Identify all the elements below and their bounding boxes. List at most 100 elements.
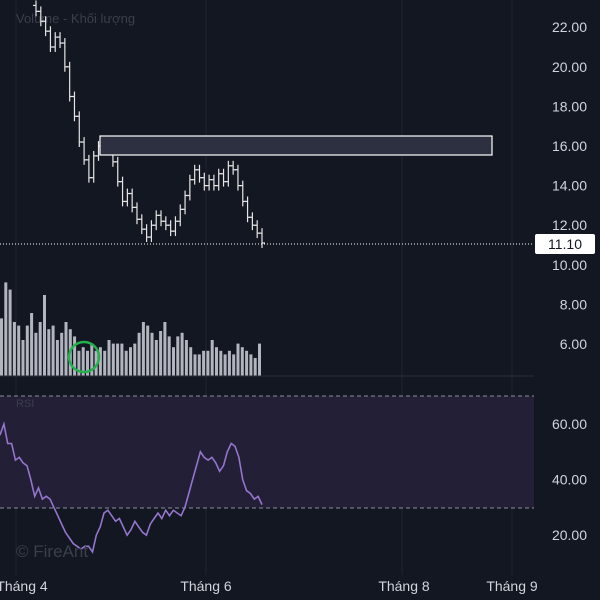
time-tick-label: Tháng 6 xyxy=(180,578,232,594)
price-bar xyxy=(57,32,64,48)
price-bar xyxy=(259,228,265,248)
volume-bar xyxy=(180,332,184,376)
price-tick-label: 22.00 xyxy=(552,19,587,35)
volume-bar xyxy=(215,347,218,376)
stock-chart: Volume - Khối lượng 11.10 RSI © FireAnt … xyxy=(0,0,595,594)
volume-bar xyxy=(137,332,141,376)
volume-bar xyxy=(43,295,46,376)
price-bar xyxy=(158,210,165,227)
price-bar xyxy=(230,160,237,175)
volume-bar xyxy=(4,282,8,376)
volume-bar xyxy=(223,354,227,376)
volume-bar xyxy=(103,350,107,376)
volume-bar xyxy=(111,343,115,376)
fireant-watermark: © FireAnt xyxy=(16,542,88,561)
volume-bar xyxy=(116,343,120,376)
price-bar xyxy=(133,202,140,225)
price-bar xyxy=(215,168,222,191)
price-bar xyxy=(162,216,169,231)
volume-bar xyxy=(120,343,124,376)
price-bar xyxy=(254,220,261,239)
volume-bar xyxy=(30,313,34,376)
price-bar xyxy=(186,174,193,201)
price-bar xyxy=(129,188,136,213)
volume-bar xyxy=(253,358,257,376)
price-bar xyxy=(138,214,145,235)
price-bar xyxy=(172,216,179,237)
price-bar xyxy=(148,220,155,243)
volume-bar xyxy=(64,322,68,376)
volume-bar xyxy=(21,340,25,376)
volume-bar xyxy=(159,331,163,376)
rsi-band-background xyxy=(0,396,534,508)
price-tick-label: 16.00 xyxy=(552,138,587,154)
volume-bar xyxy=(167,336,171,376)
volume-bar xyxy=(245,350,249,376)
rsi-legend-label: RSI xyxy=(16,398,34,410)
volume-bar xyxy=(146,325,150,376)
price-bar xyxy=(196,164,203,183)
last-price-value: 11.10 xyxy=(548,236,582,252)
volume-bar xyxy=(154,340,158,376)
volume-bar xyxy=(150,332,154,376)
price-bar xyxy=(143,224,150,243)
price-bar xyxy=(167,220,174,237)
price-bar xyxy=(191,164,198,185)
volume-bar xyxy=(17,325,21,376)
price-tick-label: 20.00 xyxy=(552,59,587,75)
price-bar xyxy=(66,61,73,102)
price-bar xyxy=(124,188,131,207)
volume-bar xyxy=(124,350,128,376)
volume-bar xyxy=(133,343,137,376)
volume-bar xyxy=(60,332,64,376)
price-tick-label: 14.00 xyxy=(552,178,587,194)
volume-bar xyxy=(189,347,193,376)
volume-bar xyxy=(172,347,175,376)
volume-bar xyxy=(202,350,206,376)
volume-bar xyxy=(258,343,261,376)
time-tick-label: Tháng 4 xyxy=(0,578,48,594)
price-bar xyxy=(249,212,256,231)
volume-bar xyxy=(176,336,180,376)
price-bar xyxy=(85,154,92,183)
volume-bar xyxy=(206,350,210,376)
price-bars xyxy=(33,0,265,248)
rsi-axis: 60.00 40.00 20.00 xyxy=(552,416,587,543)
volume-bars xyxy=(0,282,261,376)
price-tick-label: 12.00 xyxy=(552,217,587,233)
volume-bar xyxy=(232,354,236,376)
volume-bar xyxy=(55,340,59,376)
volume-bar xyxy=(184,340,188,376)
price-bar xyxy=(239,180,246,207)
price-bar xyxy=(210,174,217,191)
volume-bar xyxy=(38,322,42,376)
volume-bar xyxy=(47,329,51,376)
price-bar xyxy=(206,174,213,191)
price-tick-label: 8.00 xyxy=(560,296,587,312)
volume-bar xyxy=(236,343,240,376)
rsi-tick-label: 60.00 xyxy=(552,416,587,432)
price-bar xyxy=(153,210,160,231)
price-bar xyxy=(81,137,88,165)
volume-bar xyxy=(51,325,55,376)
price-axis: 22.00 20.00 18.00 16.00 14.00 12.00 10.00 8.00 6… xyxy=(552,19,587,352)
resistance-zone-box xyxy=(99,135,493,156)
price-tick-label: 18.00 xyxy=(552,98,587,114)
price-tick-label: 10.00 xyxy=(552,257,587,273)
price-bar xyxy=(182,190,189,215)
volume-bar xyxy=(163,322,167,376)
volume-bar xyxy=(25,325,29,376)
price-bar xyxy=(234,164,241,191)
price-bar xyxy=(47,26,54,52)
volume-bar xyxy=(240,347,244,376)
price-tick-label: 6.00 xyxy=(560,336,587,352)
rsi-tick-label: 20.00 xyxy=(552,527,587,543)
volume-bar xyxy=(141,322,145,376)
volume-bar xyxy=(0,318,3,376)
volume-bar xyxy=(107,340,111,376)
volume-bar xyxy=(129,347,132,376)
time-tick-label: Tháng 9 xyxy=(486,578,538,594)
volume-bar xyxy=(8,289,12,376)
volume-bar xyxy=(227,350,231,376)
price-bar xyxy=(225,160,232,187)
